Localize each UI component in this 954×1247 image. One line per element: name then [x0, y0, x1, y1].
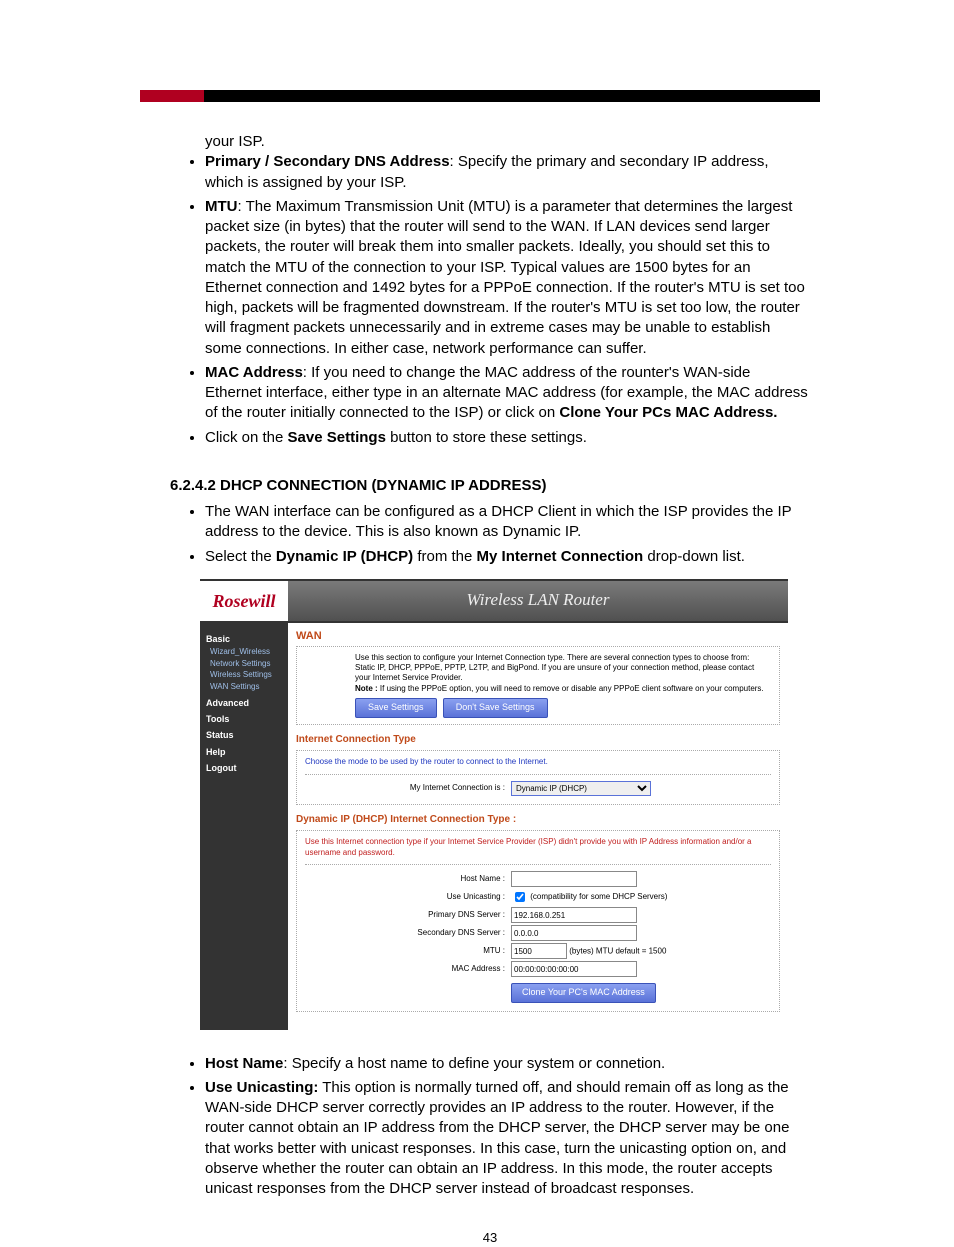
term-text-post: button to store these settings. [386, 429, 587, 446]
list-item: MAC Address: If you need to change the M… [205, 363, 810, 424]
dyn-box: Use this Internet connection type if you… [296, 830, 780, 1011]
intro-text: Use this section to configure your Inter… [355, 653, 771, 684]
save-settings-button[interactable]: Save Settings [355, 698, 437, 718]
list-item: The WAN interface can be configured as a… [205, 502, 810, 543]
nav-item[interactable]: WAN Settings [210, 682, 282, 693]
term2: Save Settings [288, 429, 386, 446]
bottom-bullet-list: Host Name: Specify a host name to define… [170, 1054, 810, 1200]
list-item: Use Unicasting: This option is normally … [205, 1078, 810, 1200]
unicast-hint: (compatibility for some DHCP Servers) [530, 892, 667, 901]
nav-item[interactable]: Network Settings [210, 659, 282, 670]
term-text: : Specify a host name to define your sys… [283, 1055, 665, 1072]
dyn-title: Dynamic IP (DHCP) Internet Connection Ty… [296, 813, 780, 827]
term: Primary / Secondary DNS Address [205, 153, 450, 170]
router-header: Rosewill Wireless LAN Router [200, 579, 788, 623]
conn-label: My Internet Connection is : [305, 783, 511, 793]
conn-type-box: Choose the mode to be used by the router… [296, 750, 780, 804]
dont-save-settings-button[interactable]: Don't Save Settings [443, 698, 548, 718]
list-item: Select the Dynamic IP (DHCP) from the My… [205, 547, 810, 567]
mtu-input[interactable] [511, 943, 567, 959]
router-logo: Rosewill [200, 581, 288, 621]
secondary-dns-input[interactable] [511, 925, 637, 941]
internet-connection-select[interactable]: Dynamic IP (DHCP) [511, 781, 651, 796]
term: MTU [205, 198, 238, 215]
page-number: 43 [170, 1229, 810, 1247]
clone-mac-button[interactable]: Clone Your PC's MAC Address [511, 983, 656, 1003]
term: Use Unicasting: [205, 1079, 318, 1096]
sdns-label: Secondary DNS Server : [305, 928, 511, 938]
mac-address-input[interactable] [511, 961, 637, 977]
nav-item[interactable]: Wizard_Wireless [210, 647, 282, 658]
nav-group-status[interactable]: Status [206, 729, 282, 741]
nav-group-basic[interactable]: Basic [206, 633, 282, 645]
mac-label: MAC Address : [305, 964, 511, 974]
nav-group-tools[interactable]: Tools [206, 713, 282, 725]
header-bar [140, 90, 820, 102]
nav-group-logout[interactable]: Logout [206, 762, 282, 774]
term-text: This option is normally turned off, and … [205, 1079, 789, 1197]
term: MAC Address [205, 364, 303, 381]
mtu-hint: (bytes) MTU default = 1500 [569, 947, 666, 956]
list-item: Host Name: Specify a host name to define… [205, 1054, 810, 1074]
term-text: : The Maximum Transmission Unit (MTU) is… [205, 198, 805, 357]
host-name-label: Host Name : [305, 874, 511, 884]
note-text: If using the PPPoE option, you will need… [378, 684, 764, 693]
nav-item[interactable]: Wireless Settings [210, 670, 282, 681]
top-bullet-list: Primary / Secondary DNS Address: Specify… [170, 152, 810, 448]
nav-group-help[interactable]: Help [206, 746, 282, 758]
dyn-desc: Use this Internet connection type if you… [305, 837, 771, 858]
router-nav: Basic Wizard_Wireless Network Settings W… [200, 623, 288, 1030]
section-bullet-list: The WAN interface can be configured as a… [170, 502, 810, 567]
router-screenshot: Rosewill Wireless LAN Router Basic Wizar… [200, 579, 788, 1030]
router-title: Wireless LAN Router [288, 589, 788, 612]
intro-fragment: your ISP. [170, 132, 810, 152]
nav-group-advanced[interactable]: Advanced [206, 697, 282, 709]
mtu-label: MTU : [305, 946, 511, 956]
list-item: Click on the Save Settings button to sto… [205, 428, 810, 448]
conn-type-title: Internet Connection Type [296, 733, 780, 747]
list-item: MTU: The Maximum Transmission Unit (MTU)… [205, 197, 810, 359]
note-label: Note : [355, 684, 378, 693]
primary-dns-input[interactable] [511, 907, 637, 923]
unicast-checkbox[interactable] [515, 892, 525, 902]
term-text: Click on the [205, 429, 288, 446]
list-item: Primary / Secondary DNS Address: Specify… [205, 152, 810, 193]
host-name-input[interactable] [511, 871, 637, 887]
panel-title: WAN [296, 629, 780, 644]
term2: Clone Your PCs MAC Address. [559, 404, 777, 421]
conn-type-desc: Choose the mode to be used by the router… [305, 757, 771, 767]
unicast-label: Use Unicasting : [305, 892, 511, 902]
section-heading: 6.2.4.2 DHCP CONNECTION (DYNAMIC IP ADDR… [170, 476, 810, 496]
router-main: WAN Use this section to configure your I… [288, 623, 788, 1030]
pdns-label: Primary DNS Server : [305, 910, 511, 920]
intro-box: Use this section to configure your Inter… [296, 646, 780, 725]
term: Host Name [205, 1055, 283, 1072]
